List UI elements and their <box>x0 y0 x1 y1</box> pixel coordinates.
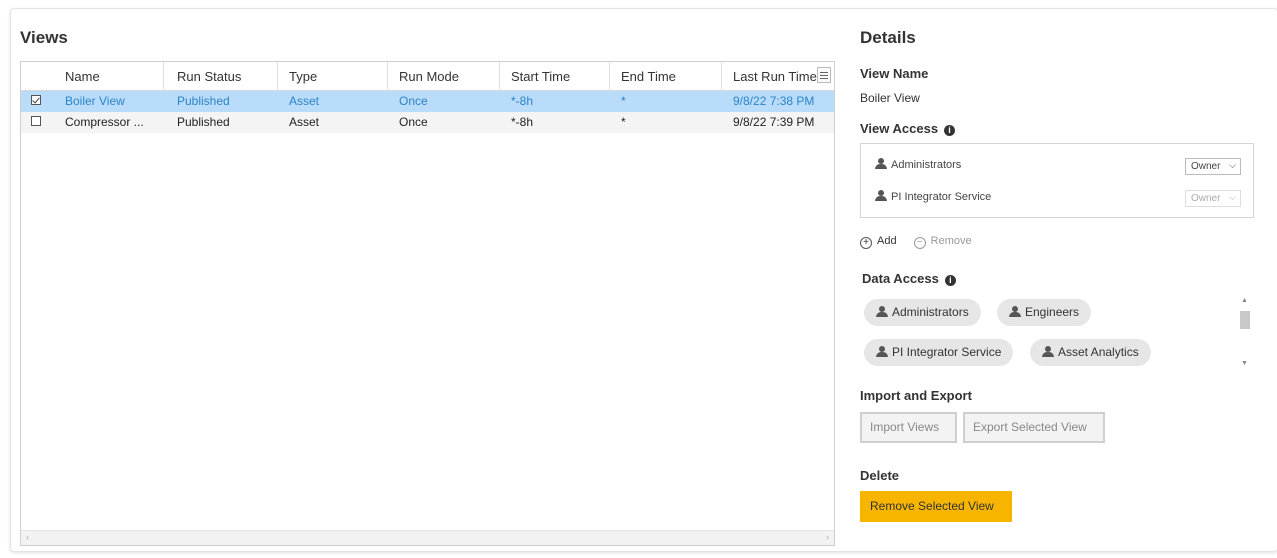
data-access-scrollbar[interactable]: ▲ ▼ <box>1239 297 1251 367</box>
info-icon[interactable]: i <box>944 125 956 136</box>
col-header-run-mode[interactable]: Run Mode <box>399 69 459 84</box>
access-user-row: PI Integrator Service <box>875 190 991 203</box>
cell-run-status: Published <box>177 94 230 108</box>
chevron-down-icon: ⌵ <box>1229 160 1236 170</box>
role-select[interactable]: Owner ⌵ <box>1185 190 1241 207</box>
views-grid: Name Run Status Type Run Mode Start Time… <box>20 61 835 546</box>
import-export-label: Import and Export <box>860 388 972 403</box>
horizontal-scrollbar[interactable]: ‹ › <box>21 530 834 545</box>
cell-run-mode: Once <box>399 115 428 129</box>
user-icon <box>876 306 888 317</box>
scroll-up-icon[interactable]: ▲ <box>1241 297 1248 304</box>
scroll-down-icon[interactable]: ▼ <box>1241 360 1248 367</box>
chip-label: Administrators <box>892 305 969 319</box>
chip-label: PI Integrator Service <box>892 345 1002 359</box>
cell-run-mode: Once <box>399 94 428 108</box>
cell-end-time: * <box>621 94 626 108</box>
access-user-row: Administrators <box>875 158 961 171</box>
col-header-run-status[interactable]: Run Status <box>177 69 241 84</box>
column-divider <box>277 62 278 90</box>
data-access-chip[interactable]: Engineers <box>997 299 1092 326</box>
chevron-down-icon: ⌵ <box>1229 192 1236 202</box>
user-icon <box>1042 346 1054 357</box>
column-divider <box>387 62 388 90</box>
cell-start-time: *-8h <box>511 94 534 108</box>
details-title: Details <box>860 28 916 47</box>
column-divider <box>163 62 164 90</box>
role-select[interactable]: Owner ⌵ <box>1185 158 1241 175</box>
data-access-label: Data Access i <box>862 271 956 286</box>
import-views-button[interactable]: Import Views <box>860 412 957 443</box>
cell-name: Compressor ... <box>65 115 144 129</box>
user-icon <box>875 190 887 201</box>
chip-label: Asset Analytics <box>1058 345 1139 359</box>
data-access-label-text: Data Access <box>862 271 939 286</box>
role-select-value: Owner <box>1191 161 1221 172</box>
remove-selected-view-button[interactable]: Remove Selected View <box>860 491 1012 522</box>
access-user-name: Administrators <box>891 159 962 171</box>
row-checkbox[interactable] <box>31 95 41 105</box>
scroll-thumb[interactable] <box>1240 311 1250 329</box>
col-header-end-time[interactable]: End Time <box>621 69 676 84</box>
access-actions: + Add − Remove <box>860 235 972 249</box>
cell-last-run-time: 9/8/22 7:39 PM <box>733 115 815 129</box>
access-user-name: PI Integrator Service <box>891 191 992 203</box>
table-row[interactable]: Compressor ... Published Asset Once *-8h… <box>21 112 834 133</box>
column-divider <box>499 62 500 90</box>
remove-access-button[interactable]: − Remove <box>913 235 972 249</box>
cell-last-run-time: 9/8/22 7:38 PM <box>733 94 815 108</box>
grid-header: Name Run Status Type Run Mode Start Time… <box>21 62 834 91</box>
role-select-value: Owner <box>1191 193 1221 204</box>
view-name-value: Boiler View <box>860 91 920 105</box>
user-icon <box>1009 306 1021 317</box>
views-title: Views <box>20 28 68 47</box>
remove-icon: − <box>913 237 926 249</box>
col-header-type[interactable]: Type <box>289 69 317 84</box>
table-row[interactable]: Boiler View Published Asset Once *-8h * … <box>21 91 834 112</box>
export-selected-view-button[interactable]: Export Selected View <box>963 412 1105 443</box>
view-access-list: Administrators Owner ⌵ PI Integrator Serv… <box>860 143 1254 218</box>
col-header-name[interactable]: Name <box>65 69 100 84</box>
cell-run-status: Published <box>177 115 230 129</box>
row-checkbox[interactable] <box>31 116 41 126</box>
chip-label: Engineers <box>1025 305 1080 319</box>
delete-label: Delete <box>860 468 900 483</box>
scroll-right-icon[interactable]: › <box>826 532 829 542</box>
view-access-label: View Access i <box>860 121 956 136</box>
col-header-last-run-time[interactable]: Last Run Time <box>733 69 817 84</box>
column-menu-icon[interactable] <box>817 67 831 83</box>
column-divider <box>721 62 722 90</box>
user-icon <box>876 346 888 357</box>
view-access-label-text: View Access <box>860 121 939 136</box>
data-access-chip[interactable]: Administrators <box>864 299 981 326</box>
add-label: Add <box>877 235 897 247</box>
scroll-left-icon[interactable]: ‹ <box>26 532 29 542</box>
add-access-button[interactable]: + Add <box>860 235 897 249</box>
col-header-start-time[interactable]: Start Time <box>511 69 570 84</box>
cell-type: Asset <box>289 94 320 108</box>
info-icon[interactable]: i <box>944 275 956 286</box>
cell-type: Asset <box>289 115 320 129</box>
view-name-label: View Name <box>860 66 929 81</box>
data-access-chip[interactable]: PI Integrator Service <box>864 339 1014 366</box>
data-access-chip[interactable]: Asset Analytics <box>1030 339 1151 366</box>
column-divider <box>609 62 610 90</box>
cell-start-time: *-8h <box>511 115 534 129</box>
cell-name: Boiler View <box>65 94 125 108</box>
add-icon: + <box>860 237 872 249</box>
cell-end-time: * <box>621 115 626 129</box>
remove-label: Remove <box>930 235 972 247</box>
user-icon <box>875 158 887 169</box>
